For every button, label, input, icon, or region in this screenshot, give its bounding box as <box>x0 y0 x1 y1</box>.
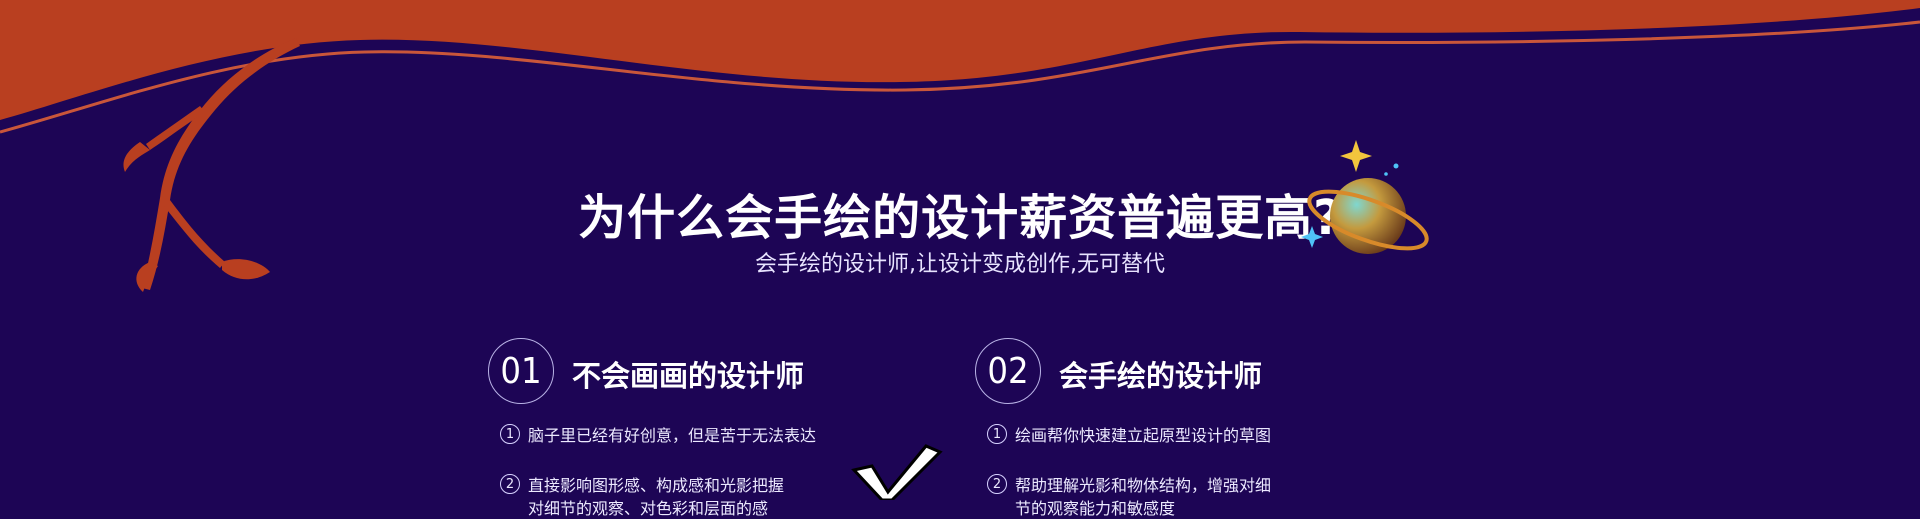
card-number-02: 02 <box>975 338 1041 404</box>
check-mark-graphic <box>851 444 943 500</box>
list-item-text: 绘画帮你快速建立起原型设计的草图 <box>1015 426 1272 445</box>
bullet-number: 1 <box>500 424 520 444</box>
list-item-continuation: 对细节的观察、对色彩和层面的感 <box>528 499 769 518</box>
card-number-01: 01 <box>488 338 554 404</box>
planet-icon <box>1301 140 1429 254</box>
card-title-02: 会手绘的设计师 <box>1059 359 1263 393</box>
page-title: 为什么会手绘的设计薪资普遍更高? <box>578 190 1342 246</box>
list-item: 2 直接影响图形感、构成感和光影把握 <box>500 472 784 496</box>
page-subtitle: 会手绘的设计师,让设计变成创作,无可替代 <box>755 252 1165 277</box>
bullet-number: 1 <box>987 424 1007 444</box>
list-item-continuation: 节的观察能力和敏感度 <box>1015 499 1176 518</box>
list-item-text: 脑子里已经有好创意，但是苦于无法表达 <box>528 426 817 445</box>
sparkle-star-icon <box>1340 140 1372 172</box>
bullet-number: 2 <box>987 474 1007 494</box>
list-item: 1 绘画帮你快速建立起原型设计的草图 <box>987 422 1271 446</box>
card-title-01: 不会画画的设计师 <box>572 359 805 393</box>
list-item-text: 直接影响图形感、构成感和光影把握 <box>528 476 785 495</box>
list-item-text: 帮助理解光影和物体结构，增强对细 <box>1015 476 1272 495</box>
list-item: 2 帮助理解光影和物体结构，增强对细 <box>987 472 1271 496</box>
bullet-number: 2 <box>500 474 520 494</box>
list-item: 1 脑子里已经有好创意，但是苦于无法表达 <box>500 422 816 446</box>
